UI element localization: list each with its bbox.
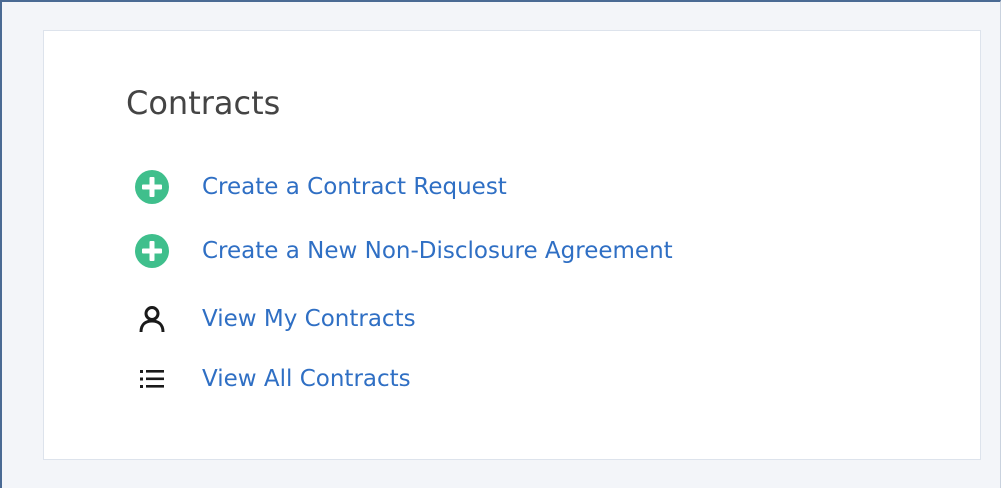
view-all-contracts-link[interactable]: View All Contracts	[132, 359, 411, 399]
view-all-contracts-label: View All Contracts	[202, 366, 411, 392]
create-contract-request-label: Create a Contract Request	[202, 174, 507, 200]
view-my-contracts-link[interactable]: View My Contracts	[132, 299, 416, 339]
create-contract-request-link[interactable]: Create a Contract Request	[132, 167, 507, 207]
add-circle-icon	[132, 231, 172, 271]
view-my-contracts-label: View My Contracts	[202, 306, 416, 332]
person-icon	[132, 299, 172, 339]
card-title: Contracts	[126, 84, 281, 122]
list-icon	[132, 359, 172, 399]
create-nda-link[interactable]: Create a New Non-Disclosure Agreement	[132, 231, 673, 271]
contracts-card: Contracts Create a Contract Request Crea…	[43, 30, 981, 460]
create-nda-label: Create a New Non-Disclosure Agreement	[202, 238, 673, 264]
add-circle-icon	[132, 167, 172, 207]
